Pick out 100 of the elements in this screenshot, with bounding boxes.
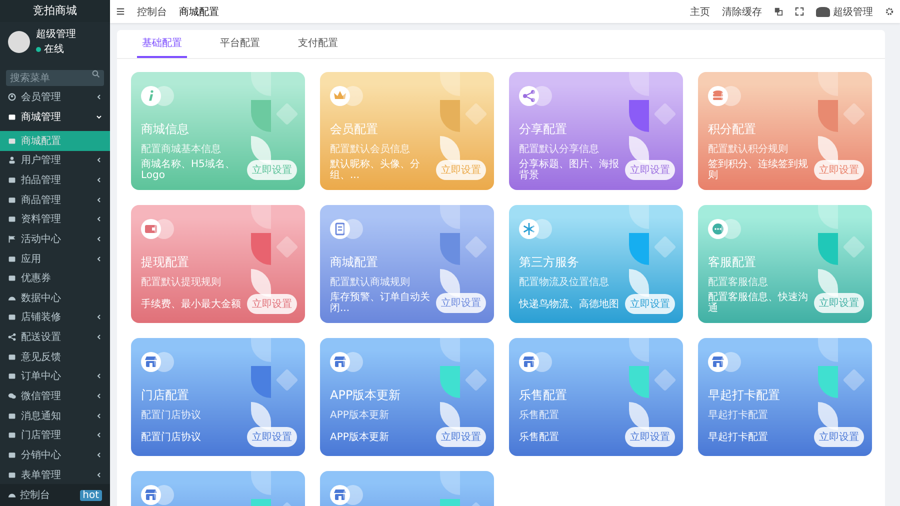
setup-button[interactable]: 立即设置	[814, 427, 864, 447]
menu-item-icon	[8, 333, 16, 342]
breadcrumb-tab[interactable]: 控制台	[137, 4, 167, 18]
chevron-icon	[96, 236, 102, 242]
sidebar-item[interactable]: 活动中心	[0, 229, 110, 249]
card-description: 配置默认商城规则	[330, 276, 411, 289]
user-name: 超级管理	[36, 28, 76, 42]
sidebar-item[interactable]: 拍品管理	[0, 170, 110, 190]
card-detail: 乐售配置	[519, 432, 560, 442]
card-detail: 快递鸟物流、高德地图	[519, 298, 620, 310]
card-icon	[330, 219, 363, 239]
sidebar-item[interactable]: 优惠券	[0, 268, 110, 288]
chevron-icon	[96, 334, 102, 340]
card-icon	[519, 86, 552, 106]
menu-item-icon	[8, 196, 16, 204]
sidebar-item[interactable]: 应用	[0, 248, 110, 268]
card-detail: APP版本更新	[330, 432, 390, 442]
sidebar-item[interactable]: 会员管理	[0, 88, 110, 108]
sidebar-item[interactable]: 数据中心	[0, 288, 110, 308]
menu-item-icon	[8, 470, 16, 479]
menu-item-icon	[8, 113, 16, 122]
menu-item-icon	[8, 215, 16, 224]
settings-icon[interactable]	[885, 7, 894, 16]
sidebar-item[interactable]: 控制台 hot	[0, 484, 110, 506]
card-title: 会员配置	[330, 121, 379, 138]
online-status: 在线	[36, 42, 76, 56]
user-menu[interactable]: 超级管理	[816, 4, 873, 18]
menu-item-icon	[8, 352, 16, 361]
menu-item-icon	[8, 156, 16, 164]
sidebar-item[interactable]: 商品管理	[0, 190, 110, 210]
config-tab[interactable]: 支付配置	[293, 30, 343, 58]
sidebar-item[interactable]: 意见反馈	[0, 346, 110, 367]
sidebar-item[interactable]: 微信管理	[0, 386, 110, 406]
card-title: 第三方服务	[519, 254, 580, 271]
sidebar-item[interactable]: 配送设置	[0, 327, 110, 347]
chevron-icon	[96, 412, 102, 419]
menu-item-icon	[8, 254, 16, 263]
chevron-icon	[96, 216, 102, 222]
setup-button[interactable]: 立即设置	[247, 427, 297, 447]
card-description: 配置物流及位置信息	[519, 276, 610, 289]
card-icon	[519, 219, 552, 239]
sidebar-item[interactable]: 用户管理	[0, 150, 110, 170]
card-icon	[330, 352, 363, 372]
card-icon	[708, 86, 741, 106]
hot-badge: hot	[80, 490, 102, 501]
card-detail: 商城名称、H5域名、Logo	[141, 159, 236, 181]
chevron-icon	[96, 452, 102, 458]
breadcrumb-tab[interactable]: 商城配置	[179, 4, 219, 18]
card-detail: 默认昵称、头像、分组、...	[330, 159, 421, 181]
chevron-icon	[96, 472, 102, 478]
menu-item-icon	[8, 136, 16, 145]
app-logo-text: 竞拍商城	[0, 0, 110, 22]
card-title: 早起打卡配置	[708, 387, 781, 404]
clear-cache-link[interactable]: 清除缓存	[722, 4, 762, 18]
card-description: 配置客服信息	[708, 276, 769, 289]
card-description: 配置默认分享信息	[519, 142, 600, 156]
setup-button[interactable]: 立即设置	[625, 427, 675, 447]
card-detail: 配置门店协议	[141, 432, 202, 442]
sidebar-item[interactable]: 店铺装修	[0, 308, 110, 328]
chevron-icon	[96, 432, 102, 438]
setup-button[interactable]: 立即设置	[436, 427, 486, 447]
card-icon	[141, 352, 174, 372]
config-tab[interactable]: 平台配置	[215, 30, 265, 58]
sidebar-item[interactable]: 表单管理	[0, 464, 110, 484]
card-icon	[141, 219, 174, 239]
sidebar-item[interactable]: 分销中心	[0, 445, 110, 465]
card-title: 分享配置	[519, 121, 568, 138]
config-tab[interactable]: 基础配置	[137, 30, 187, 58]
sidebar-item[interactable]: 订单中心	[0, 366, 110, 386]
card-title: 客服配置	[708, 254, 757, 271]
card-icon	[330, 485, 363, 505]
card-title: 积分配置	[708, 121, 757, 138]
card-detail: 库存预警、订单自动关闭...	[330, 292, 431, 314]
card-description: 配置商城基本信息	[141, 142, 222, 156]
menu-item-icon	[8, 313, 16, 322]
home-link[interactable]: 主页	[690, 4, 710, 18]
card-title: 商城配置	[330, 254, 379, 271]
sidebar-item[interactable]: 门店管理	[0, 426, 110, 446]
menu-item-icon	[8, 491, 16, 500]
sidebar-item[interactable]: 商城管理	[0, 107, 110, 127]
menu-item-icon	[8, 372, 16, 380]
menu-item-icon	[8, 392, 16, 400]
card-detail: 签到积分、连续签到规则	[708, 159, 809, 181]
card-icon	[141, 485, 174, 505]
chevron-icon	[96, 157, 102, 164]
sidebar-item[interactable]: 资料管理	[0, 209, 110, 230]
card-icon	[330, 86, 363, 106]
card-description: 乐售配置	[519, 408, 560, 422]
chevron-icon	[96, 176, 102, 183]
menu-item-icon	[8, 93, 16, 102]
card-detail: 手续费、最小最大金额	[141, 298, 242, 310]
fullscreen-icon[interactable]	[795, 7, 804, 16]
card-detail: 配置客服信息、快速沟通	[708, 292, 809, 314]
menu-item-icon	[8, 431, 16, 440]
chevron-icon	[96, 314, 102, 320]
card-description: 配置门店协议	[141, 408, 202, 422]
sidebar-item[interactable]: 消息通知	[0, 406, 110, 426]
search-field[interactable]: 搜索菜单	[6, 70, 104, 86]
card-description: 配置默认会员信息	[330, 142, 411, 156]
menu-icon[interactable]	[116, 7, 125, 16]
